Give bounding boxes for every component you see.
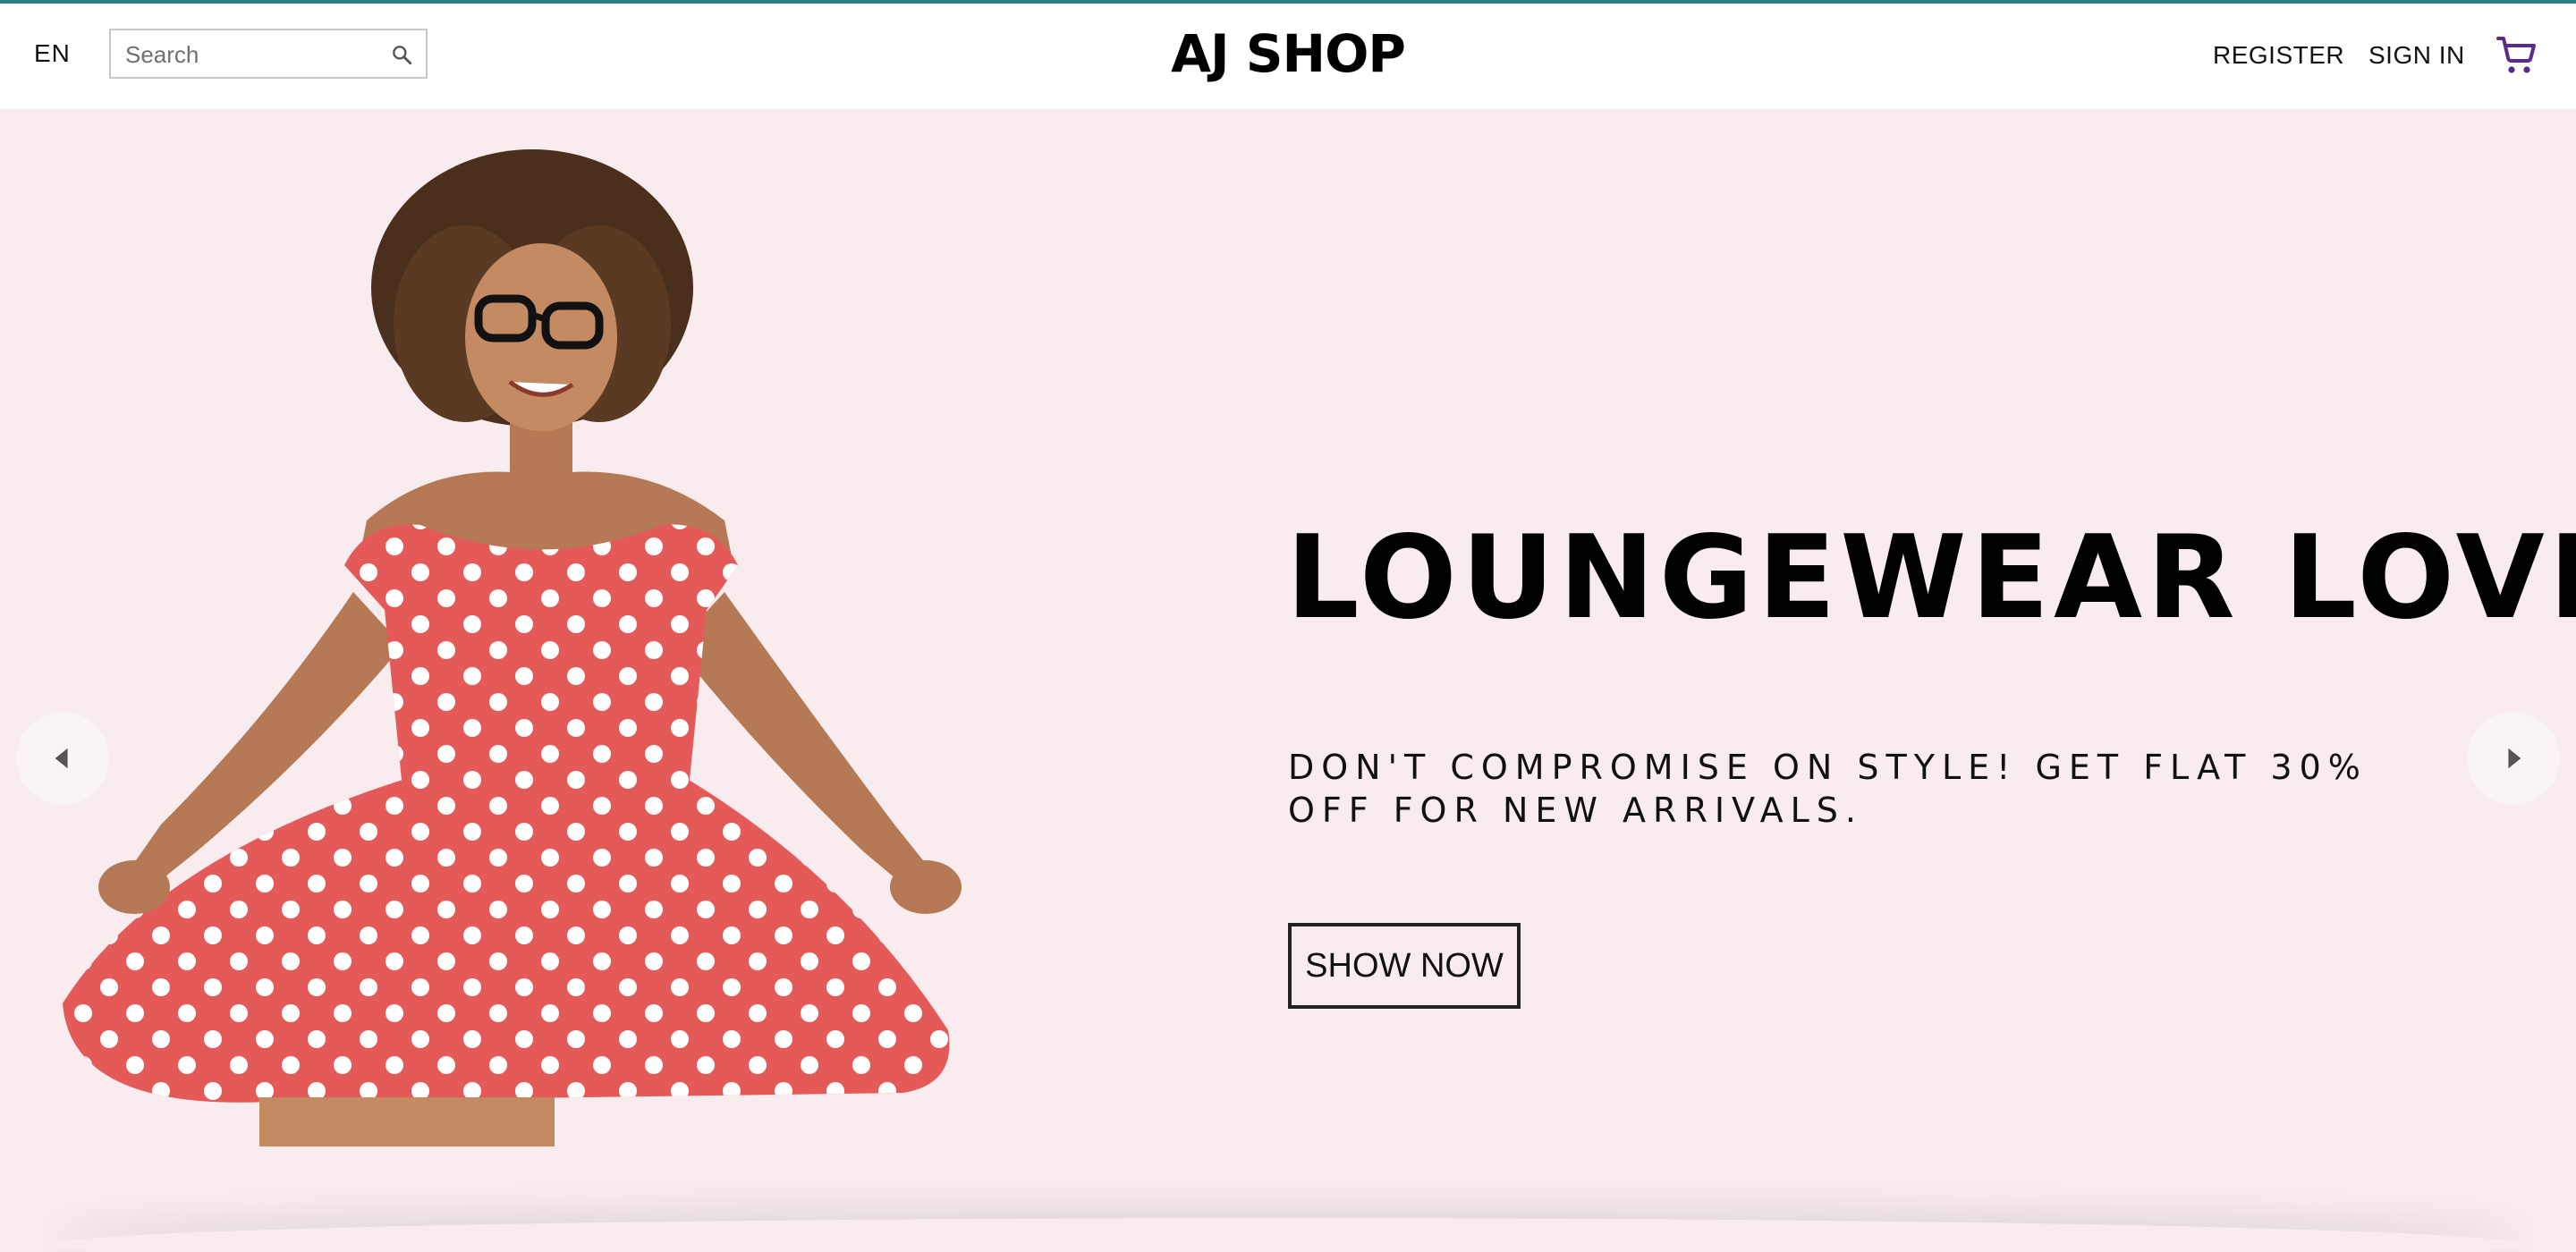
- slider-next-button[interactable]: [2467, 712, 2560, 805]
- slider-prev-button[interactable]: [16, 712, 109, 805]
- language-selector[interactable]: EN: [34, 39, 71, 68]
- cart-icon[interactable]: [2496, 34, 2538, 77]
- page: EN AJ SHOP REGISTER SIGN IN: [0, 0, 2576, 1252]
- hero-slider: LOUNGEWEAR LOVE DON'T COMPROMISE ON STYL…: [0, 109, 2576, 1252]
- search-icon[interactable]: [390, 43, 413, 66]
- sign-in-link[interactable]: SIGN IN: [2368, 41, 2465, 70]
- search-input[interactable]: [123, 30, 377, 79]
- search-box: [109, 29, 428, 79]
- arrow-left-icon: [55, 748, 68, 769]
- brand-logo[interactable]: AJ SHOP: [1055, 23, 1521, 84]
- hero-model-image: [63, 149, 962, 1146]
- hero-headline: LOUNGEWEAR LOVE: [1286, 512, 2576, 645]
- show-now-button[interactable]: SHOW NOW: [1288, 923, 1521, 1009]
- register-link[interactable]: REGISTER: [2213, 41, 2344, 70]
- arrow-right-icon: [2508, 748, 2521, 769]
- navbar: EN AJ SHOP REGISTER SIGN IN: [0, 4, 2576, 109]
- hero-subtitle: DON'T COMPROMISE ON STYLE! GET FLAT 30% …: [1288, 748, 2368, 830]
